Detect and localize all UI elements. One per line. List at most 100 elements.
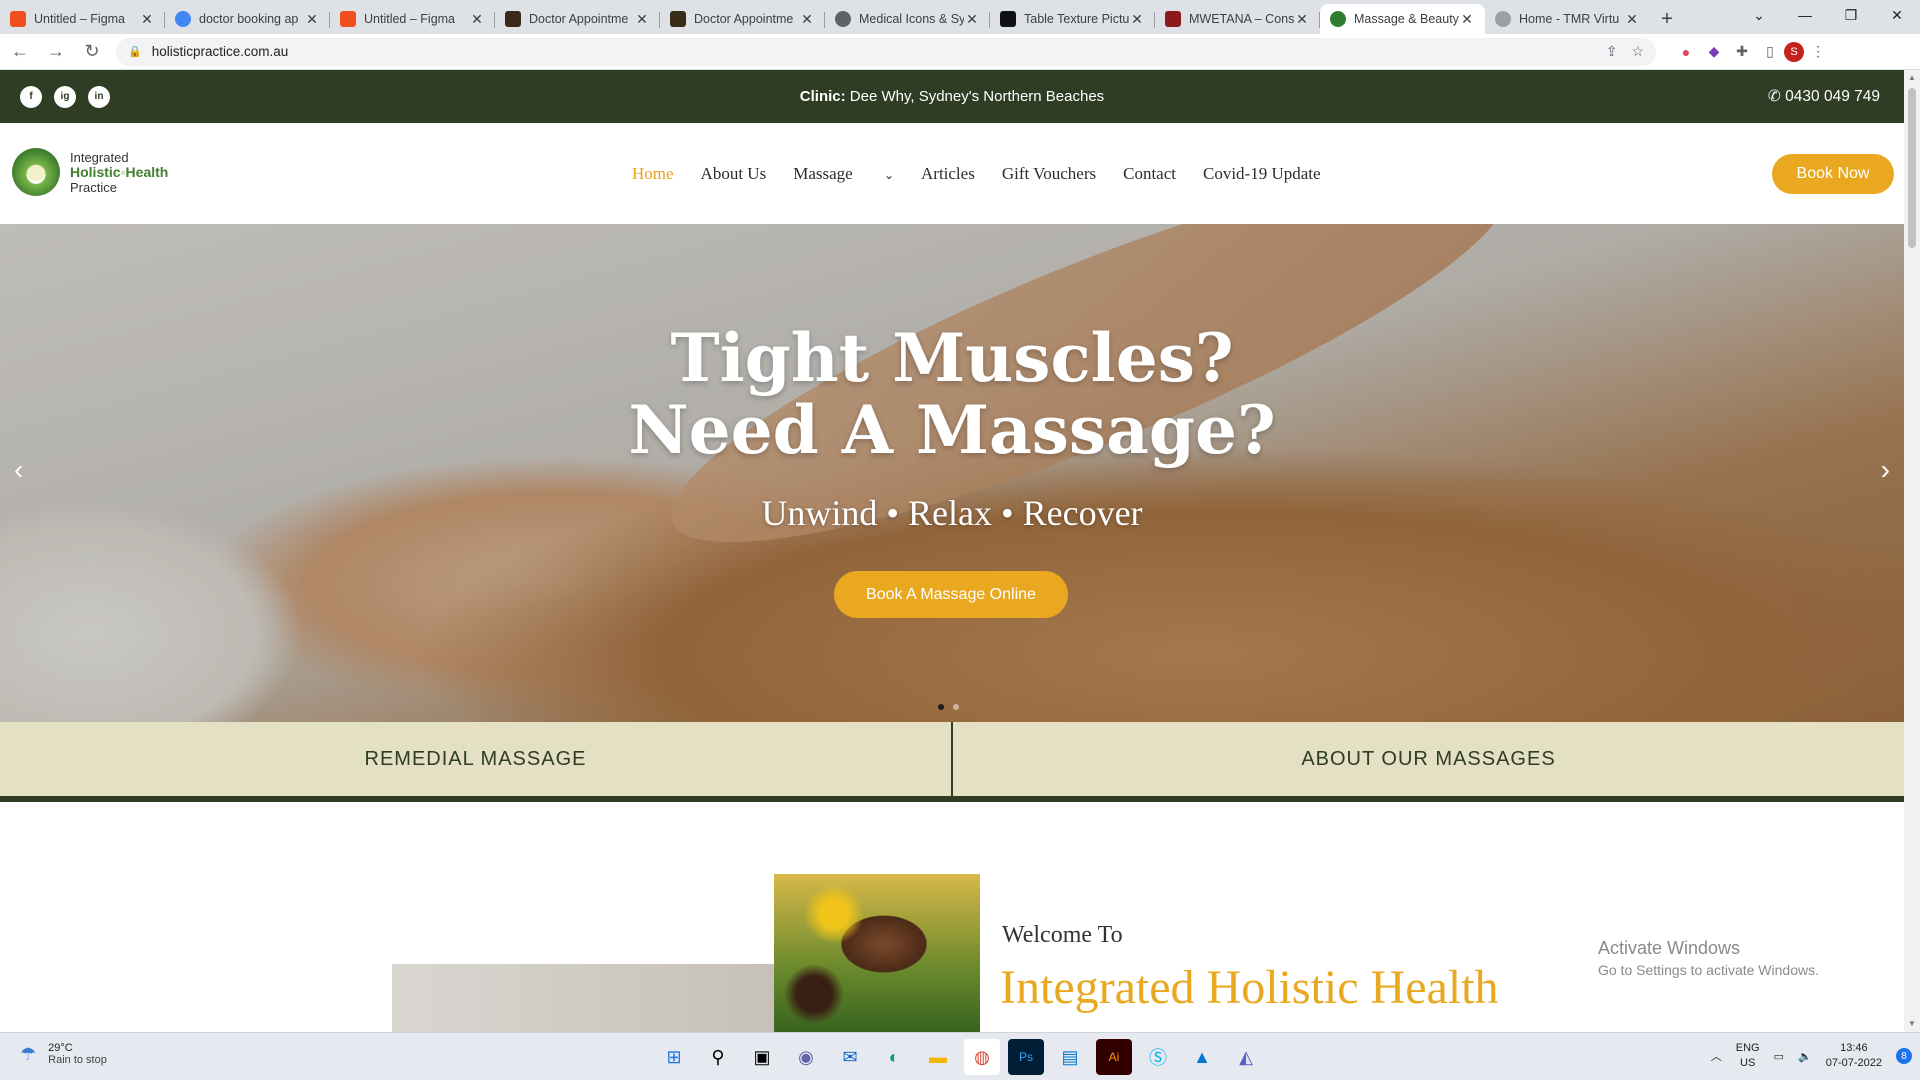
notification-badge[interactable]: 8 [1896,1048,1912,1064]
photoshop-icon[interactable]: Ps [1008,1039,1044,1075]
browser-tab[interactable]: Untitled – Figma ✕ [0,4,165,34]
browser-tab[interactable]: MWETANA – Cons ✕ [1155,4,1320,34]
system-tray: ︿ ENG US ▭ 🔈 13:46 07-07-2022 8 [1711,1041,1912,1071]
profile-avatar[interactable]: S [1784,41,1804,62]
nav-contact[interactable]: Contact [1123,164,1176,184]
language-indicator[interactable]: ENG US [1736,1041,1760,1071]
taskbar-apps: ⊞ ⚲ ▣ ◉ ✉ ◐ ▬ ◍ Ps ▤ Ai Ⓢ ▲ ◭ [656,1039,1264,1075]
nav-covid[interactable]: Covid-19 Update [1203,164,1321,184]
chrome-icon[interactable]: ◍ [964,1039,1000,1075]
windows-start-icon[interactable]: ⊞ [656,1039,692,1075]
site-favicon-icon [1330,11,1346,27]
url-field[interactable]: 🔒 holisticpractice.com.au ⇪ ☆ [116,37,1656,66]
browser-tab[interactable]: doctor booking ap ✕ [165,4,330,34]
kebab-menu-icon[interactable]: ⋮ [1804,43,1832,60]
herbal-mortar-photo [774,874,980,1032]
hero-subtitle: Unwind • Relax • Recover [761,493,1143,533]
activate-windows-watermark: Activate Windows Go to Settings to activ… [1598,938,1819,978]
color-extension-icon[interactable]: ◆ [1700,43,1728,60]
reload-icon[interactable]: ↻ [76,36,108,68]
prev-slide-icon[interactable]: ‹ [14,454,23,486]
book-massage-button[interactable]: Book A Massage Online [834,571,1068,618]
about-massages-link[interactable]: ABOUT OUR MASSAGES [953,722,1904,796]
close-tab-icon[interactable]: ✕ [1294,11,1310,28]
file-explorer-icon[interactable]: ▬ [920,1039,956,1075]
main-nav: Home About Us Massage ⌄ Articles Gift Vo… [632,123,1348,224]
skype-icon[interactable]: Ⓢ [1140,1039,1176,1075]
nav-massage[interactable]: Massage ⌄ [793,164,894,184]
mail-icon[interactable]: ✉ [832,1039,868,1075]
scroll-up-icon[interactable]: ▲ [1904,70,1920,86]
phone-link[interactable]: ✆ 0430 049 749 [1768,87,1880,106]
scroll-down-icon[interactable]: ▼ [1904,1016,1920,1032]
browser-tab[interactable]: Medical Icons & Sy ✕ [825,4,990,34]
browser-tab[interactable]: Doctor Appointme ✕ [495,4,660,34]
book-now-button[interactable]: Book Now [1772,154,1894,194]
volume-icon[interactable]: 🔈 [1798,1050,1812,1063]
close-tab-icon[interactable]: ✕ [1459,11,1475,28]
hero-slider: Tight Muscles? Need A Massage? Unwind • R… [0,224,1904,722]
slide-dot[interactable] [953,704,959,710]
google-favicon-icon [175,11,191,27]
browser-tab-active[interactable]: Massage & Beauty ✕ [1320,4,1485,34]
nav-about[interactable]: About Us [701,164,767,184]
site-favicon-icon [670,11,686,27]
lock-icon[interactable]: 🔒 [128,45,142,58]
back-icon[interactable]: ← [4,36,36,68]
nav-articles[interactable]: Articles [921,164,975,184]
restore-icon[interactable]: ❐ [1828,0,1874,30]
search-icon[interactable]: ⚲ [700,1039,736,1075]
share-icon[interactable]: ⇪ [1606,43,1618,60]
close-tab-icon[interactable]: ✕ [304,11,320,28]
minimize-icon[interactable]: — [1782,0,1828,30]
slide-dot[interactable] [938,704,944,710]
network-icon[interactable]: ▭ [1774,1050,1784,1063]
browser-tab[interactable]: Home - TMR Virtu ✕ [1485,4,1650,34]
nav-gift-vouchers[interactable]: Gift Vouchers [1002,164,1096,184]
browser-tab[interactable]: Table Texture Pictu ✕ [990,4,1155,34]
tab-search-icon[interactable]: ⌄ [1736,0,1782,30]
top-info-strip: f ig in Clinic: Dee Why, Sydney's Northe… [0,70,1904,123]
photos-icon[interactable]: ▲ [1184,1039,1220,1075]
nav-home[interactable]: Home [632,164,674,184]
close-tab-icon[interactable]: ✕ [1129,11,1145,28]
url-text: holisticpractice.com.au [151,44,289,59]
close-tab-icon[interactable]: ✕ [799,11,815,28]
weather-widget[interactable]: ☂ 29°C Rain to stop [20,1042,107,1066]
site-favicon-icon [1000,11,1016,27]
extension-icon[interactable]: ● [1672,44,1700,60]
site-logo[interactable]: Integrated Holistic◦Health Practice [12,148,168,196]
forward-icon[interactable]: → [40,36,72,68]
side-panel-icon[interactable]: ▯ [1756,43,1784,60]
close-tab-icon[interactable]: ✕ [1624,11,1640,28]
edge-icon[interactable]: ◐ [876,1039,912,1075]
close-tab-icon[interactable]: ✕ [469,11,485,28]
figma-favicon-icon [340,11,356,27]
close-window-icon[interactable]: ✕ [1874,0,1920,30]
bookmark-star-icon[interactable]: ☆ [1631,43,1644,60]
task-view-icon[interactable]: ▣ [744,1039,780,1075]
puzzle-extensions-icon[interactable]: ✚ [1728,43,1756,60]
app-icon[interactable]: ◭ [1228,1039,1264,1075]
globe-favicon-icon [835,11,851,27]
rain-icon: ☂ [20,1043,37,1064]
new-tab-button[interactable]: + [1650,4,1684,34]
welcome-heading: Integrated Holistic Health [1000,961,1499,1014]
browser-tab[interactable]: Untitled – Figma ✕ [330,4,495,34]
teams-chat-icon[interactable]: ◉ [788,1039,824,1075]
clinic-location: Clinic: Dee Why, Sydney's Northern Beach… [799,88,1105,105]
page-viewport: f ig in Clinic: Dee Why, Sydney's Northe… [0,70,1904,1032]
show-hidden-icons[interactable]: ︿ [1711,1048,1722,1064]
remedial-massage-link[interactable]: REMEDIAL MASSAGE [0,722,951,796]
browser-tab[interactable]: Doctor Appointme ✕ [660,4,825,34]
close-tab-icon[interactable]: ✕ [634,11,650,28]
page-scrollbar[interactable]: ▲ ▼ [1904,70,1920,1032]
clock[interactable]: 13:46 07-07-2022 [1826,1041,1882,1071]
close-tab-icon[interactable]: ✕ [964,11,980,28]
store-icon[interactable]: ▤ [1052,1039,1088,1075]
next-slide-icon[interactable]: › [1881,454,1890,486]
scroll-thumb[interactable] [1908,88,1916,248]
illustrator-icon[interactable]: Ai [1096,1039,1132,1075]
figma-favicon-icon [10,11,26,27]
close-tab-icon[interactable]: ✕ [139,11,155,28]
